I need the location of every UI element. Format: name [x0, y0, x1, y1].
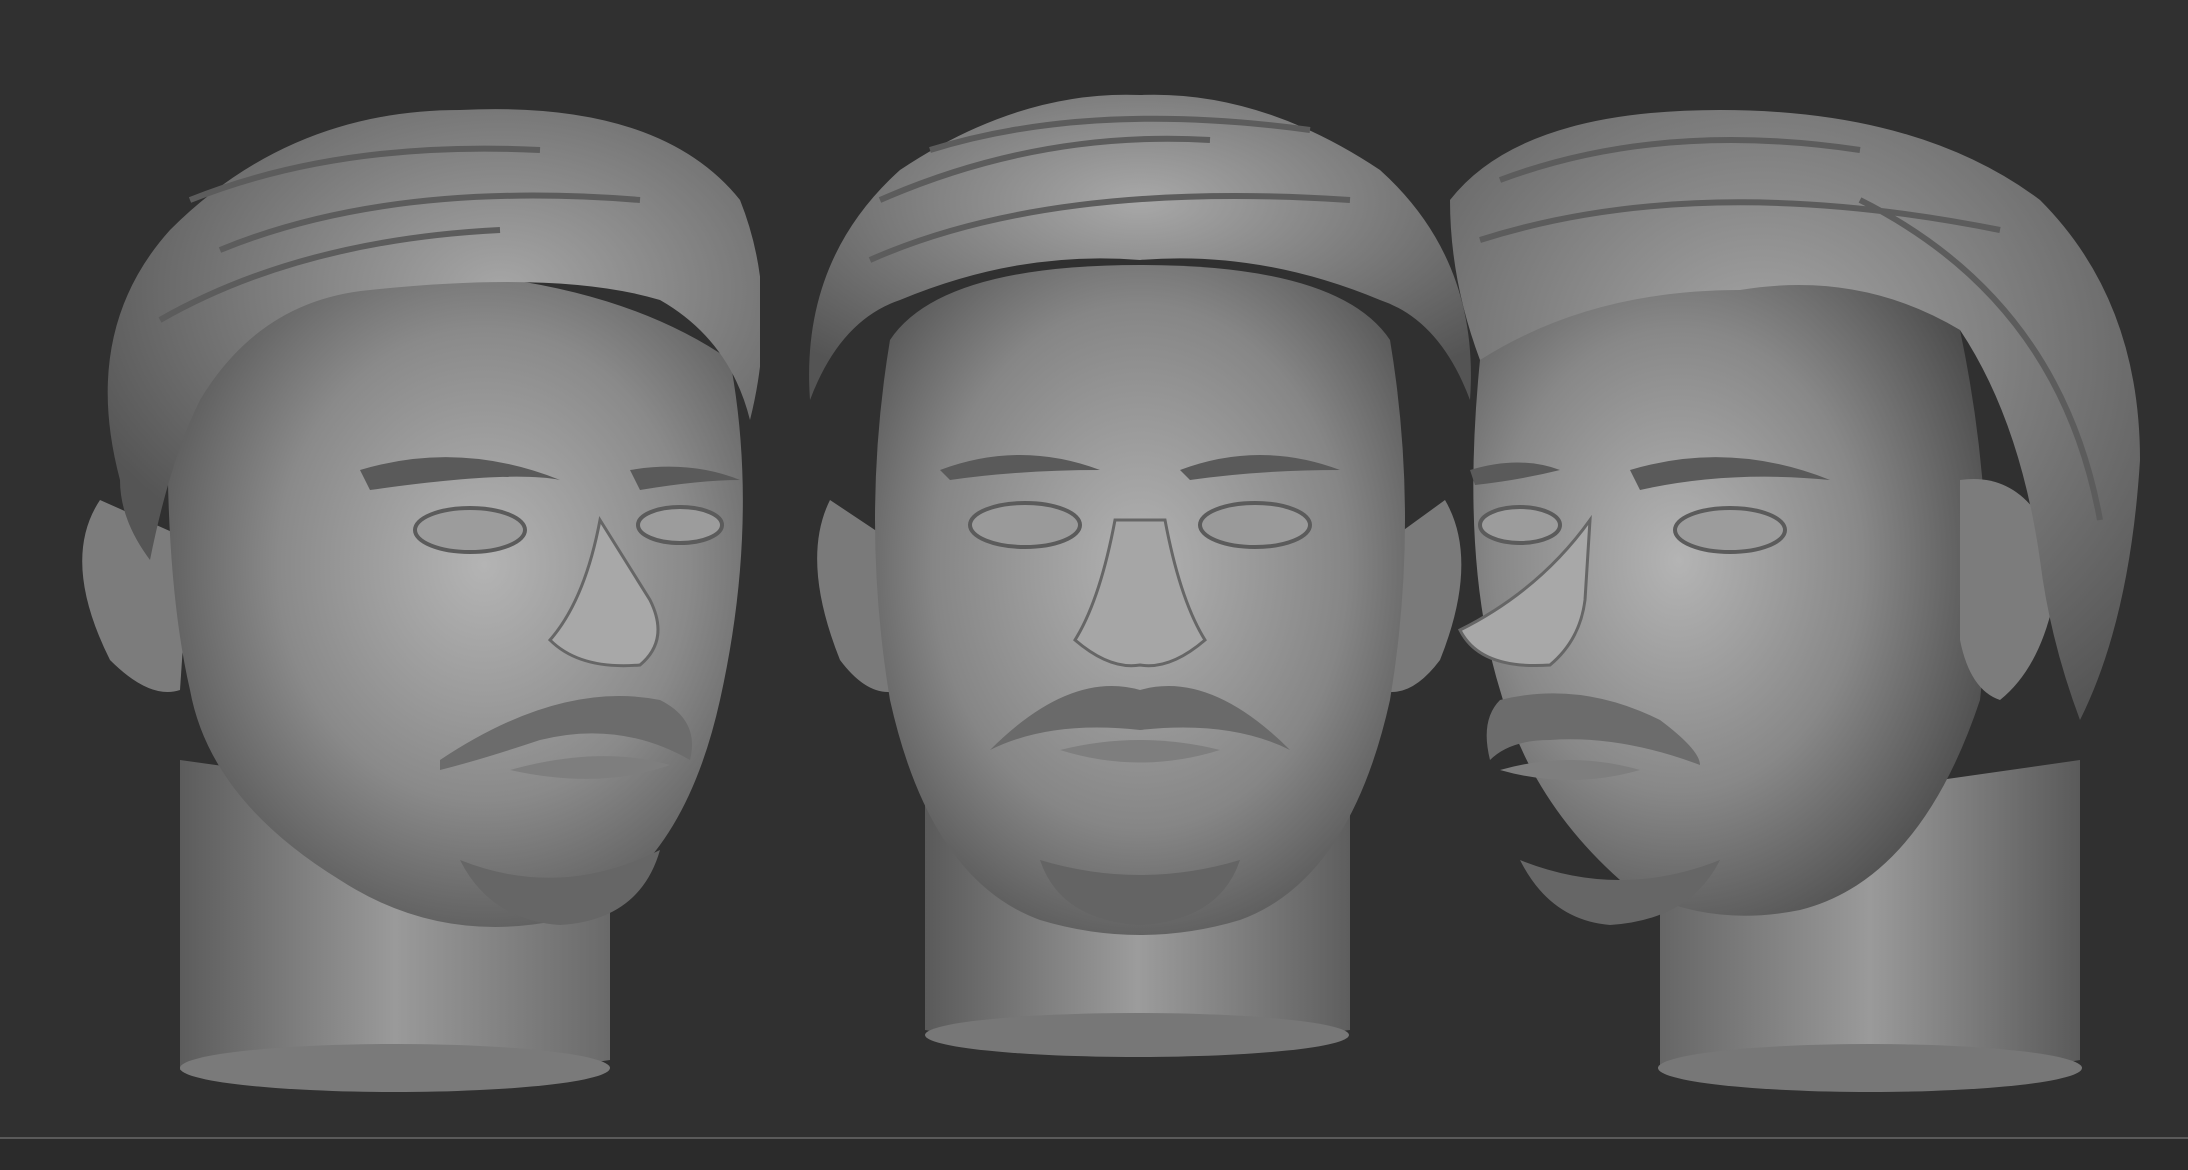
viewport-bottom-strip — [0, 1139, 2188, 1170]
head-sculpt-right-svg — [1450, 110, 2140, 1092]
sculpt-viewport[interactable] — [0, 0, 2188, 1170]
head-sculpt-front-svg — [809, 94, 1471, 1057]
head-sculpt-three-quarter-left — [40, 0, 760, 1137]
head-sculpt-left-svg — [82, 109, 760, 1092]
render-canvas[interactable] — [0, 0, 2188, 1137]
head-sculpt-three-quarter-right — [1440, 0, 2160, 1137]
head-sculpt-front — [790, 0, 1490, 1137]
